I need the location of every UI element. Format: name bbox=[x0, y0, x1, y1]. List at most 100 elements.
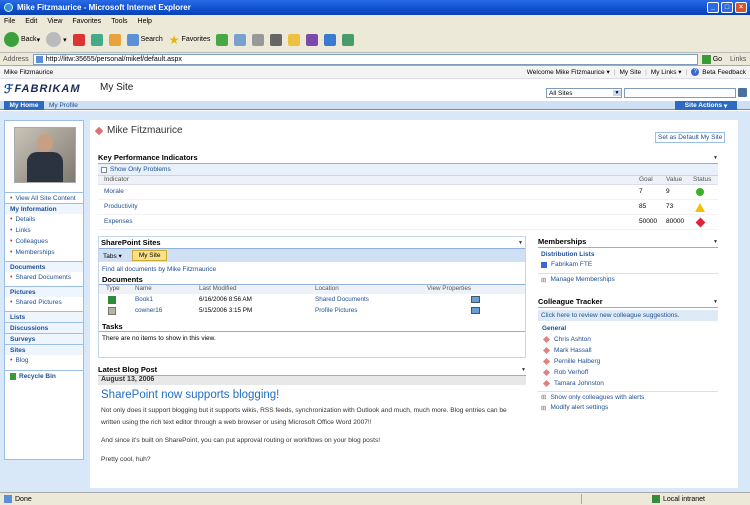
menu-file[interactable]: File bbox=[4, 18, 15, 25]
nav-item-memberships[interactable]: Memberships bbox=[5, 247, 83, 258]
kpi-value: 73 bbox=[666, 203, 674, 210]
kpi-menu-icon[interactable]: ▼ bbox=[713, 155, 718, 161]
tab-bar: My Home My Profile Site Actions ▾ bbox=[0, 101, 750, 110]
nav-heading-lists[interactable]: Lists bbox=[5, 311, 83, 322]
beta-feedback-link[interactable]: Beta Feedback bbox=[702, 69, 746, 76]
nav-item-shared-pictures[interactable]: Shared Pictures bbox=[5, 297, 83, 308]
favorites-button[interactable]: ★ Favorites bbox=[169, 33, 211, 47]
kpi-row[interactable]: Morale 7 9 bbox=[98, 185, 718, 200]
nav-item-links[interactable]: Links bbox=[5, 225, 83, 236]
nav-view-all[interactable]: View All Site Content bbox=[5, 192, 83, 203]
view-properties-icon[interactable] bbox=[471, 307, 480, 314]
links-button[interactable]: Links bbox=[730, 56, 746, 63]
doc-name[interactable]: Book1 bbox=[135, 296, 153, 303]
research-icon[interactable] bbox=[306, 33, 319, 46]
blog-menu-icon[interactable]: ▼ bbox=[521, 367, 526, 373]
tab-my-profile[interactable]: My Profile bbox=[49, 101, 78, 110]
doc-location[interactable]: Shared Documents bbox=[315, 296, 369, 303]
search-scope-select[interactable]: All Sites ▼ bbox=[546, 88, 622, 98]
kpi-row[interactable]: Productivity 85 73 bbox=[98, 200, 718, 215]
nav-item-colleagues[interactable]: Colleagues bbox=[5, 236, 83, 247]
show-alerts-link[interactable]: ⊞ Show only colleagues with alerts bbox=[538, 391, 718, 402]
folder-icon[interactable] bbox=[288, 33, 301, 46]
colleague-item[interactable]: Mark Hassall bbox=[538, 345, 718, 356]
membership-item[interactable]: Fabrikam FTE bbox=[538, 259, 718, 270]
menu-favorites[interactable]: Favorites bbox=[72, 18, 101, 25]
minimize-button[interactable]: _ bbox=[707, 2, 719, 13]
show-only-problems-link[interactable]: Show Only Problems bbox=[110, 166, 171, 173]
search-input[interactable] bbox=[624, 88, 736, 98]
nav-heading-documents[interactable]: Documents bbox=[5, 261, 83, 272]
kpi-indicator-name[interactable]: Morale bbox=[104, 188, 124, 195]
alert-settings-icon: ⊞ bbox=[541, 404, 547, 412]
nav-heading-surveys[interactable]: Surveys bbox=[5, 333, 83, 344]
close-button[interactable]: × bbox=[735, 2, 747, 13]
left-nav: View All Site Content My Information Det… bbox=[4, 120, 84, 460]
doc-name[interactable]: cowner16 bbox=[135, 307, 162, 314]
search-button[interactable]: Search bbox=[126, 33, 163, 46]
modify-alerts-link[interactable]: ⊞ Modify alert settings bbox=[538, 402, 718, 413]
docs-header-row: Type Name Last Modified Location View Pr… bbox=[99, 285, 525, 294]
menu-view[interactable]: View bbox=[47, 18, 62, 25]
colleague-item[interactable]: Chris Ashton bbox=[538, 334, 718, 345]
nav-heading-discussions[interactable]: Discussions bbox=[5, 322, 83, 333]
address-input[interactable]: http://litw:35655/personal/mikef/default… bbox=[32, 53, 698, 65]
kpi-indicator-name[interactable]: Expenses bbox=[104, 218, 133, 225]
menu-edit[interactable]: Edit bbox=[25, 18, 37, 25]
kpi-webpart: Key Performance Indicators ▼ Show Only Pr… bbox=[98, 152, 718, 230]
menu-help[interactable]: Help bbox=[138, 18, 152, 25]
tabs-dropdown[interactable]: Tabs ▾ bbox=[103, 252, 122, 260]
nav-item-blog[interactable]: Blog bbox=[5, 355, 83, 366]
refresh-icon[interactable] bbox=[90, 33, 103, 46]
nav-list: View All Site Content My Information Det… bbox=[5, 192, 83, 381]
colleague-item[interactable]: Pernille Halberg bbox=[538, 356, 718, 367]
bluetooth-icon[interactable] bbox=[342, 33, 355, 46]
nav-item-shared-documents[interactable]: Shared Documents bbox=[5, 272, 83, 283]
colleague-menu-icon[interactable]: ▼ bbox=[713, 299, 718, 305]
nav-heading-sites[interactable]: Sites bbox=[5, 344, 83, 355]
forward-button[interactable]: ▾ bbox=[46, 32, 67, 47]
recycle-bin-link[interactable]: Recycle Bin bbox=[5, 370, 83, 381]
mail-icon[interactable] bbox=[234, 33, 247, 46]
nav-item-details[interactable]: Details bbox=[5, 214, 83, 225]
colleague-item[interactable]: Tamara Johnston bbox=[538, 378, 718, 389]
sp-sites-menu-icon[interactable]: ▼ bbox=[518, 240, 523, 246]
review-suggestions-link[interactable]: Click here to review new colleague sugge… bbox=[538, 310, 718, 321]
nav-heading-my-information[interactable]: My Information bbox=[5, 203, 83, 214]
menu-bar: File Edit View Favorites Tools Help bbox=[0, 15, 750, 27]
memberships-menu-icon[interactable]: ▼ bbox=[713, 239, 718, 245]
doc-row[interactable]: cowner16 5/15/2006 3:15 PM Profile Pictu… bbox=[99, 305, 525, 316]
my-links-menu[interactable]: My Links ▾ bbox=[651, 68, 682, 76]
history-icon[interactable] bbox=[216, 33, 229, 46]
welcome-menu[interactable]: Welcome Mike Fitzmaurice ▾ bbox=[527, 68, 610, 76]
blog-headline[interactable]: SharePoint now supports blogging! bbox=[101, 389, 526, 401]
edit-icon[interactable] bbox=[270, 33, 283, 46]
back-button[interactable]: Back ▾ bbox=[4, 32, 40, 47]
checkbox-icon[interactable] bbox=[101, 166, 107, 173]
my-site-link[interactable]: My Site bbox=[619, 69, 641, 76]
menu-tools[interactable]: Tools bbox=[111, 18, 127, 25]
find-all-docs-link[interactable]: Find all documents by Mike Fitzmaurice bbox=[99, 262, 525, 275]
tab-my-home[interactable]: My Home bbox=[4, 101, 44, 110]
colleague-item[interactable]: Rob Verhoff bbox=[538, 367, 718, 378]
kpi-row[interactable]: Expenses 50000 80000 bbox=[98, 215, 718, 230]
search-go-icon[interactable] bbox=[738, 88, 747, 97]
kpi-header-row: Indicator Goal Value Status bbox=[98, 176, 718, 185]
doc-row[interactable]: Book1 6/16/2006 8:56 AM Shared Documents bbox=[99, 294, 525, 305]
doc-location[interactable]: Profile Pictures bbox=[315, 307, 357, 314]
maximize-button[interactable]: □ bbox=[721, 2, 733, 13]
set-default-link[interactable]: Set as Default My Site bbox=[655, 132, 726, 143]
print-icon[interactable] bbox=[252, 33, 265, 46]
view-properties-icon[interactable] bbox=[471, 296, 480, 303]
site-actions-button[interactable]: Site Actions ▾ bbox=[675, 101, 737, 110]
profile-photo bbox=[14, 127, 76, 183]
kpi-indicator-name[interactable]: Productivity bbox=[104, 203, 138, 210]
go-button[interactable]: Go bbox=[701, 54, 722, 64]
nav-heading-pictures[interactable]: Pictures bbox=[5, 286, 83, 297]
home-icon[interactable] bbox=[108, 33, 121, 46]
help-icon[interactable]: ? bbox=[691, 68, 700, 76]
my-site-tab[interactable]: My Site bbox=[131, 250, 168, 261]
messenger-icon[interactable] bbox=[324, 33, 337, 46]
stop-icon[interactable] bbox=[72, 33, 85, 46]
manage-memberships-link[interactable]: ⊞ Manage Memberships bbox=[538, 273, 718, 285]
